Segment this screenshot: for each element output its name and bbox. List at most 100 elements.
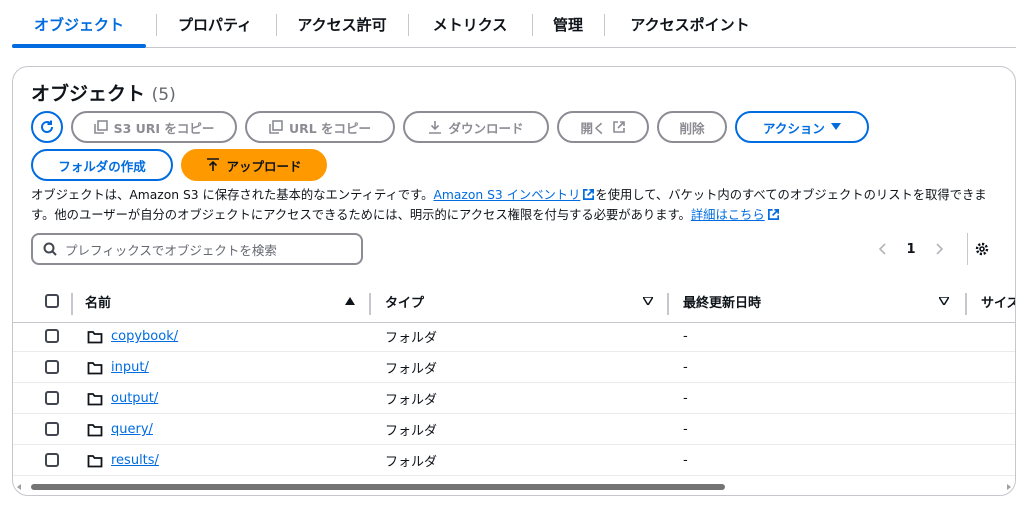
object-last-modified: -	[683, 329, 688, 344]
column-divider	[965, 293, 967, 315]
next-page-button[interactable]	[931, 237, 947, 261]
row-checkbox[interactable]	[45, 422, 59, 436]
folder-icon	[87, 445, 103, 476]
column-header-last-modified[interactable]: 最終更新日時	[683, 279, 761, 323]
column-divider	[667, 293, 669, 315]
copy-icon	[93, 120, 108, 134]
create-folder-button[interactable]: フォルダの作成	[31, 149, 173, 181]
actions-label: アクション	[763, 120, 825, 136]
object-last-modified: -	[683, 391, 688, 406]
scroll-right-icon[interactable]	[1005, 483, 1013, 491]
object-type: フォルダ	[385, 362, 438, 377]
object-name-link[interactable]: copybook/	[111, 329, 178, 344]
tab-properties[interactable]: プロパティ	[162, 0, 268, 48]
objects-panel: オブジェクト (5) S3 URI をコピー URL をコピー ダウンロード 開…	[12, 66, 1016, 496]
inventory-link[interactable]: Amazon S3 インベントリ	[433, 188, 580, 202]
tab-management[interactable]: 管理	[538, 0, 598, 48]
folder-icon	[87, 383, 103, 414]
search-icon	[43, 242, 57, 256]
download-button[interactable]: ダウンロード	[403, 111, 549, 143]
row-checkbox[interactable]	[45, 329, 59, 343]
current-page[interactable]: 1	[901, 237, 921, 261]
row-checkbox[interactable]	[45, 453, 59, 467]
table-row[interactable]: results/ フォルダ -	[13, 445, 1015, 476]
row-checkbox[interactable]	[45, 360, 59, 374]
tab-metrics[interactable]: メトリクス	[414, 0, 526, 48]
object-name-link[interactable]: output/	[111, 391, 158, 406]
object-type: フォルダ	[385, 455, 438, 470]
tab-access-points[interactable]: アクセスポイント	[610, 0, 770, 48]
object-last-modified: -	[683, 453, 688, 468]
external-link-icon	[612, 121, 625, 133]
chevron-right-icon	[936, 243, 943, 255]
refresh-icon	[41, 120, 54, 133]
object-type: フォルダ	[385, 424, 438, 439]
upload-button[interactable]: アップロード	[181, 149, 327, 181]
scroll-left-icon[interactable]	[15, 483, 23, 491]
sort-icon[interactable]	[939, 279, 949, 323]
search-input[interactable]: プレフィックスでオブジェクトを検索	[31, 233, 363, 265]
table-row[interactable]: copybook/ フォルダ -	[13, 321, 1015, 352]
folder-icon	[87, 414, 103, 445]
column-divider	[71, 293, 73, 315]
copy-url-label: URL をコピー	[288, 120, 372, 136]
tab-divider	[604, 14, 605, 36]
preferences-button[interactable]	[973, 237, 991, 261]
external-link-icon	[583, 189, 595, 200]
table-row[interactable]: input/ フォルダ -	[13, 352, 1015, 383]
sort-ascending-icon[interactable]	[345, 279, 355, 323]
object-last-modified: -	[683, 422, 688, 437]
search-placeholder: プレフィックスでオブジェクトを検索	[65, 242, 277, 258]
horizontal-scrollbar[interactable]	[17, 483, 1011, 491]
select-all-checkbox[interactable]	[45, 294, 59, 308]
upload-icon	[207, 158, 220, 171]
refresh-button[interactable]	[31, 111, 63, 143]
tab-objects[interactable]: オブジェクト	[12, 0, 146, 48]
gear-icon	[975, 242, 989, 256]
folder-icon	[87, 321, 103, 352]
pager-divider	[967, 233, 968, 265]
object-name-link[interactable]: input/	[111, 360, 149, 375]
panel-title: オブジェクト (5)	[31, 79, 176, 106]
open-label: 開く	[580, 120, 606, 136]
copy-url-button[interactable]: URL をコピー	[245, 111, 395, 143]
table-row[interactable]: output/ フォルダ -	[13, 383, 1015, 414]
tab-divider	[408, 14, 409, 36]
object-name-link[interactable]: query/	[111, 422, 153, 437]
panel-title-text: オブジェクト	[31, 83, 146, 105]
download-icon	[429, 121, 442, 134]
upload-label: アップロード	[226, 158, 302, 174]
tab-permissions[interactable]: アクセス許可	[282, 0, 402, 48]
download-label: ダウンロード	[448, 120, 524, 136]
object-name-link[interactable]: results/	[111, 453, 159, 468]
delete-button[interactable]: 削除	[657, 111, 727, 143]
create-folder-label: フォルダの作成	[58, 158, 146, 174]
object-count: (5)	[151, 85, 176, 105]
column-divider	[369, 293, 371, 315]
chevron-left-icon	[879, 243, 886, 255]
active-tab-indicator	[12, 44, 146, 48]
caret-down-icon	[830, 123, 841, 130]
column-header-name[interactable]: 名前	[85, 279, 111, 323]
description-text: オブジェクトは、Amazon S3 に保存された基本的なエンティティです。Ama…	[31, 185, 1003, 225]
tab-divider	[276, 14, 277, 36]
copy-s3-uri-label: S3 URI をコピー	[113, 120, 215, 136]
open-button[interactable]: 開く	[557, 111, 649, 143]
prev-page-button[interactable]	[875, 237, 891, 261]
external-link-icon	[767, 209, 779, 220]
tab-divider	[532, 14, 533, 36]
actions-dropdown-button[interactable]: アクション	[735, 111, 869, 143]
copy-s3-uri-button[interactable]: S3 URI をコピー	[71, 111, 237, 143]
copy-icon	[269, 120, 283, 134]
object-last-modified: -	[683, 360, 688, 375]
learn-more-link[interactable]: 詳細はこちら	[691, 208, 765, 222]
delete-label: 削除	[679, 120, 705, 136]
object-type: フォルダ	[385, 393, 438, 408]
table-row[interactable]: query/ フォルダ -	[13, 414, 1015, 445]
scrollbar-thumb[interactable]	[31, 484, 725, 490]
sort-icon[interactable]	[643, 279, 653, 323]
row-checkbox[interactable]	[45, 391, 59, 405]
column-header-size[interactable]: サイズ	[981, 279, 1015, 323]
folder-icon	[87, 352, 103, 383]
column-header-type[interactable]: タイプ	[385, 279, 424, 323]
